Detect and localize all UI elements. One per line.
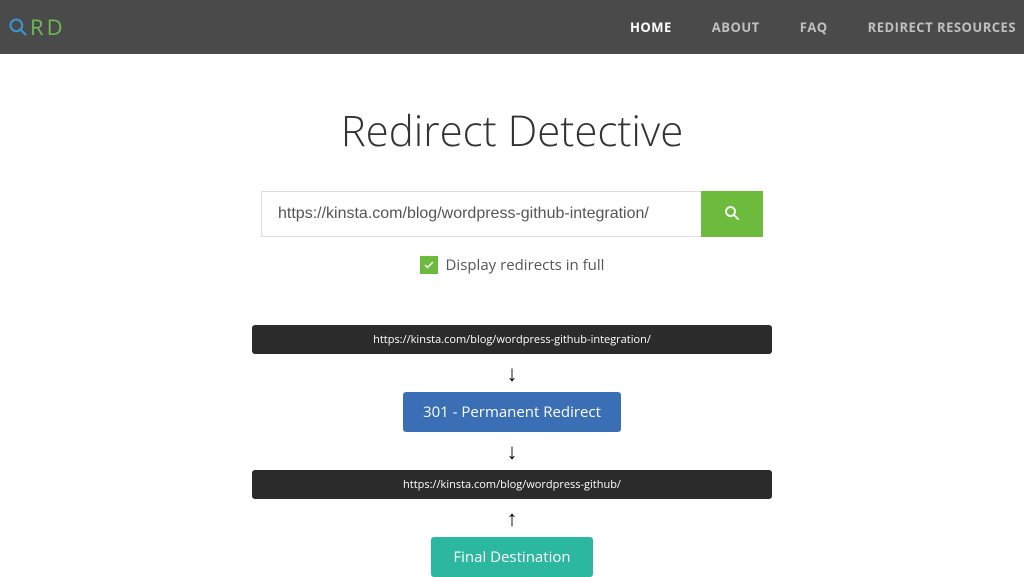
arrow-up-icon: ↑ [507,507,518,529]
checkbox-label: Display redirects in full [446,255,605,275]
main-content: Redirect Detective Display redirects in … [0,54,1024,577]
display-full-checkbox[interactable] [420,256,438,274]
checkbox-row: Display redirects in full [0,255,1024,275]
page-title: Redirect Detective [0,102,1024,159]
logo[interactable]: R D [8,12,64,42]
search-row [0,191,1024,237]
logo-letter-r: R [30,12,45,42]
nav-about[interactable]: ABOUT [712,18,760,36]
navbar: R D HOME ABOUT FAQ REDIRECT RESOURCES [0,0,1024,54]
logo-letter-d: D [47,12,64,42]
url-input[interactable] [261,191,701,237]
final-destination-badge: Final Destination [431,537,592,577]
arrow-down-icon: ↓ [507,362,518,384]
nav-faq[interactable]: FAQ [800,18,828,36]
redirect-flow: https://kinsta.com/blog/wordpress-github… [0,325,1024,577]
search-button[interactable] [701,191,763,237]
nav-resources[interactable]: REDIRECT RESOURCES [868,18,1016,36]
nav-home[interactable]: HOME [630,18,672,36]
magnifier-icon [8,17,28,37]
destination-url-bar: https://kinsta.com/blog/wordpress-github… [252,470,772,499]
source-url-bar: https://kinsta.com/blog/wordpress-github… [252,325,772,354]
search-icon [723,204,741,225]
nav-items: HOME ABOUT FAQ REDIRECT RESOURCES [630,18,1016,36]
check-icon [423,254,435,276]
arrow-down-icon: ↓ [507,440,518,462]
redirect-status: 301 - Permanent Redirect [403,392,621,432]
